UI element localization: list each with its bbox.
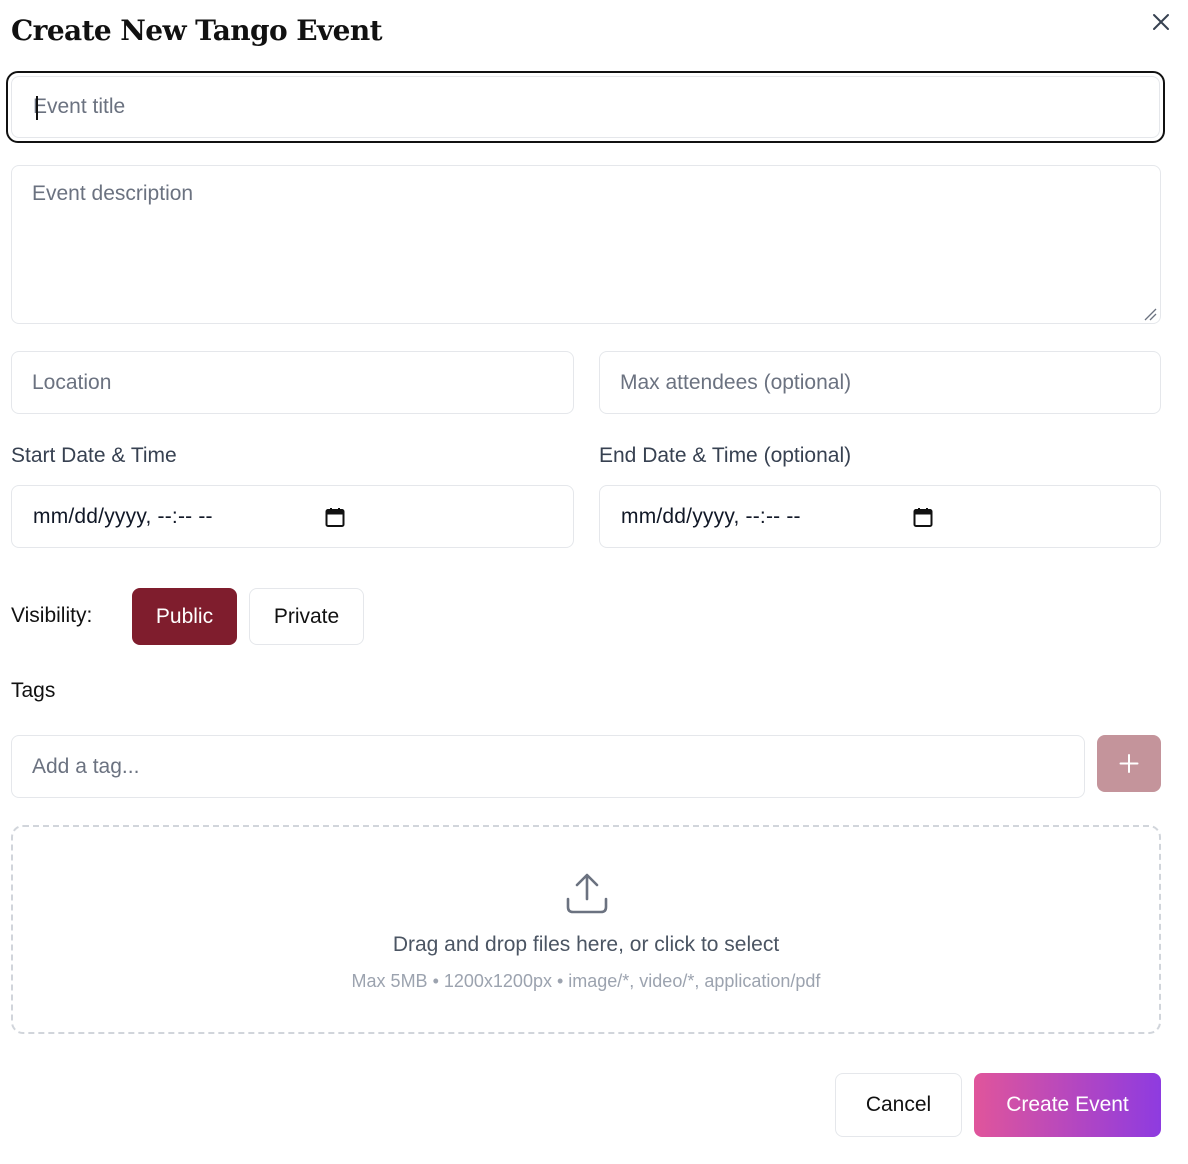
add-tag-button[interactable]: [1097, 735, 1161, 792]
create-event-button[interactable]: Create Event: [974, 1073, 1161, 1137]
max-attendees-input[interactable]: [599, 351, 1161, 414]
calendar-icon[interactable]: [324, 506, 346, 528]
dropzone-text: Drag and drop files here, or click to se…: [392, 933, 780, 956]
text-caret: [36, 96, 38, 120]
cancel-button[interactable]: Cancel: [835, 1073, 962, 1137]
visibility-label: Visibility:: [11, 604, 93, 627]
location-input[interactable]: [11, 351, 574, 414]
resize-grip-icon[interactable]: [1143, 307, 1157, 321]
plus-icon: [1119, 754, 1139, 773]
event-description-textarea[interactable]: [11, 165, 1161, 324]
dialog-title: Create New Tango Event: [11, 14, 383, 47]
event-title-focus-ring: [6, 71, 1165, 143]
visibility-public-button[interactable]: Public: [132, 588, 237, 645]
close-icon: [1153, 14, 1169, 30]
end-datetime-value: mm/dd/yyyy, --:-- --: [621, 505, 801, 528]
dropzone-hint: Max 5MB • 1200x1200px • image/*, video/*…: [351, 971, 821, 991]
event-title-input[interactable]: [11, 76, 1160, 138]
end-datetime-input[interactable]: mm/dd/yyyy, --:-- --: [599, 485, 1161, 548]
start-datetime-label: Start Date & Time: [11, 444, 177, 467]
calendar-icon[interactable]: [912, 506, 934, 528]
start-datetime-value: mm/dd/yyyy, --:-- --: [33, 505, 213, 528]
close-button[interactable]: [1148, 9, 1174, 35]
upload-icon: [566, 873, 608, 914]
tag-input[interactable]: [11, 735, 1085, 798]
end-datetime-label: End Date & Time (optional): [599, 444, 852, 467]
file-dropzone[interactable]: Drag and drop files here, or click to se…: [11, 825, 1161, 1034]
tags-label: Tags: [11, 679, 56, 702]
visibility-private-button[interactable]: Private: [249, 588, 364, 645]
start-datetime-input[interactable]: mm/dd/yyyy, --:-- --: [11, 485, 574, 548]
